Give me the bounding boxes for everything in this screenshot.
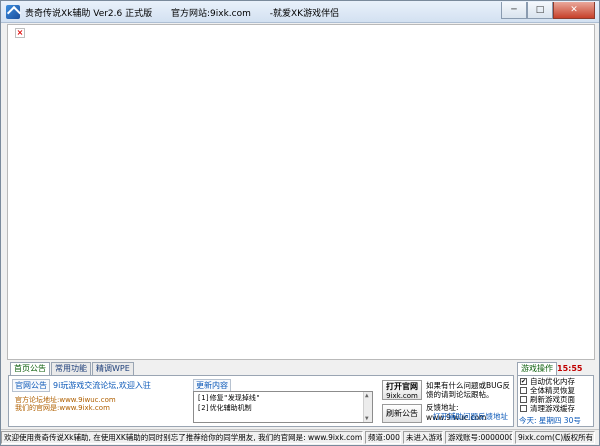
title-bar[interactable]: 贵奇传说Xk辅助 Ver2.6 正式版 官方网站:9ixk.com -就爱XK游…	[1, 1, 599, 23]
status-game-state: 未进入游戏	[403, 431, 443, 444]
app-logo-icon	[6, 5, 20, 19]
feedback-link[interactable]: 打开辅助问题反馈地址	[433, 411, 508, 422]
tab-common-functions[interactable]: 常用功能	[51, 362, 91, 375]
today-date: 今天: 星期四 30号	[519, 416, 581, 425]
tab-home-announcement[interactable]: 首页公告	[10, 362, 50, 375]
status-copyright: 9ixk.com(C)版权所有	[515, 431, 595, 444]
minimize-button[interactable]: ─	[501, 2, 527, 19]
update-content-textarea[interactable]: [1]修复"发现掉线" [2]优化辅助机制	[193, 391, 373, 423]
checkbox[interactable]	[520, 396, 527, 403]
maximize-button[interactable]: □	[527, 2, 553, 19]
forum-link[interactable]: 9i玩游戏交流论坛,欢迎入驻	[53, 380, 151, 391]
tab-game-operations[interactable]: 游戏操作	[517, 362, 557, 375]
open-site-label: 打开官网	[386, 382, 418, 391]
window-controls: ─ □ ✕	[501, 2, 595, 19]
embedded-browser[interactable]: ×	[7, 24, 595, 360]
update-line: [2]优化辅助机制	[197, 404, 252, 412]
status-account: 游戏账号:00000000	[445, 431, 513, 444]
title-website: 官方网站:9ixk.com	[170, 9, 251, 19]
open-official-site-button[interactable]: 打开官网 9ixk.com	[382, 380, 422, 400]
refresh-announcement-button[interactable]: 刷新公告	[382, 404, 422, 423]
open-site-domain: 9ixk.com	[386, 392, 418, 400]
broken-image-icon: ×	[15, 28, 25, 38]
checkbox-checked[interactable]: ✔	[520, 378, 527, 385]
close-button[interactable]: ✕	[553, 2, 595, 19]
scrollbar[interactable]	[363, 392, 372, 422]
option-clear-game-cache[interactable]: 清理游戏缓存	[520, 404, 593, 413]
status-bar: 欢迎使用贵奇传说Xk辅助, 在使用XK辅助的同时别忘了推荐给你的同学朋友, 我们…	[1, 429, 599, 445]
status-welcome: 欢迎使用贵奇传说Xk辅助, 在使用XK辅助的同时别忘了推荐给你的同学朋友, 我们…	[1, 431, 363, 444]
announcement-panel: 官网公告 9i玩游戏交流论坛,欢迎入驻 官方论坛地址:www.9iwuc.com…	[8, 375, 514, 427]
issue-hint-text: 如果有什么问题或BUG反馈的请到论坛跟帖。	[426, 381, 510, 399]
window-title: 贵奇传说Xk辅助 Ver2.6 正式版 官方网站:9ixk.com -就爱XK游…	[25, 6, 355, 19]
update-line: [1]修复"发现掉线"	[197, 394, 261, 402]
checkbox[interactable]	[520, 405, 527, 412]
checkbox[interactable]	[520, 387, 527, 394]
status-frequency: 频道:0000	[365, 431, 401, 444]
title-slogan: -就爱XK游戏伴侣	[269, 9, 340, 19]
tab-wpe[interactable]: 精调WPE	[92, 362, 134, 375]
clock-display: 15:55	[557, 364, 583, 373]
site-address[interactable]: 我们的官网是:www.9ixk.com	[15, 403, 110, 413]
title-app-name: 贵奇传说Xk辅助 Ver2.6 正式版	[25, 9, 153, 19]
official-announcement-label[interactable]: 官网公告	[12, 379, 50, 392]
app-window: 贵奇传说Xk辅助 Ver2.6 正式版 官方网站:9ixk.com -就爱XK游…	[0, 0, 600, 446]
option-label: 清理游戏缓存	[530, 404, 575, 413]
tab-bar: 首页公告 常用功能 精调WPE	[10, 362, 135, 375]
